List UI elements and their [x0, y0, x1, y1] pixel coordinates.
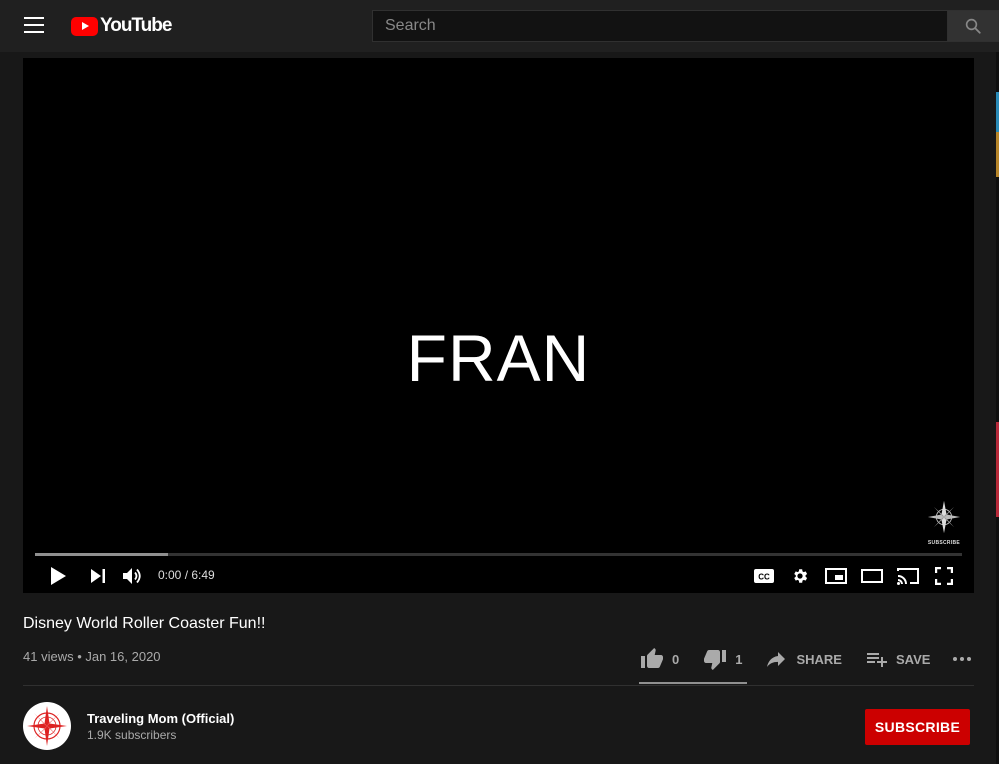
search-icon	[965, 18, 981, 34]
volume-icon	[123, 568, 141, 584]
next-button[interactable]	[87, 565, 109, 587]
like-button[interactable]: 0	[640, 647, 679, 671]
subscriber-count: 1.9K subscribers	[87, 728, 177, 742]
share-label: SHARE	[796, 651, 842, 667]
share-button[interactable]: SHARE	[764, 647, 842, 671]
compass-rose-icon	[27, 706, 67, 746]
save-button[interactable]: SAVE	[864, 647, 930, 671]
progress-buffered	[35, 553, 169, 556]
youtube-logo[interactable]: YouTube	[71, 15, 172, 37]
masthead: YouTube	[0, 0, 999, 52]
thumbs-down-icon	[704, 650, 727, 670]
dislike-count: 1	[735, 651, 743, 667]
mute-button[interactable]	[122, 565, 146, 587]
divider	[23, 685, 974, 686]
search-button[interactable]	[948, 10, 999, 42]
sentiment-bar	[639, 682, 747, 684]
video-player[interactable]: FRAN SUBSCRIBE 0:00 / 6:49 CC	[23, 58, 974, 593]
video-title: Disney World Roller Coaster Fun!!	[23, 615, 266, 632]
fullscreen-button[interactable]	[932, 565, 956, 587]
closed-captions-icon: CC	[754, 569, 774, 583]
theater-mode-button[interactable]	[860, 565, 884, 587]
play-icon	[51, 567, 66, 585]
subscribe-button[interactable]: SUBSCRIBE	[865, 709, 970, 745]
playlist-add-icon	[866, 653, 887, 667]
dislike-button[interactable]: 1	[703, 647, 742, 671]
miniplayer-icon	[825, 568, 847, 584]
search-input[interactable]	[372, 10, 948, 42]
cast-button[interactable]	[896, 565, 920, 587]
search-bar	[372, 10, 999, 42]
channel-avatar[interactable]	[23, 702, 71, 750]
video-actions: 0 1 SHARE SAVE	[640, 644, 974, 674]
captions-button[interactable]: CC	[752, 565, 776, 587]
channel-watermark[interactable]: SUBSCRIBE	[926, 500, 962, 546]
like-count: 0	[672, 651, 680, 667]
video-meta: 41 views • Jan 16, 2020	[23, 649, 161, 664]
theater-mode-icon	[861, 569, 883, 583]
play-button[interactable]	[47, 565, 69, 587]
progress-bar[interactable]	[35, 553, 962, 556]
cast-icon	[897, 568, 919, 585]
share-arrow-icon	[767, 652, 786, 667]
youtube-play-logo-icon	[71, 16, 98, 36]
video-frame-text: FRAN	[406, 321, 591, 395]
gear-icon	[794, 569, 808, 583]
menu-icon[interactable]	[24, 17, 46, 35]
time-display: 0:00 / 6:49	[158, 568, 215, 582]
save-label: SAVE	[895, 651, 931, 667]
player-controls: 0:00 / 6:49 CC	[23, 559, 974, 593]
svg-text:CC: CC	[758, 573, 770, 582]
more-horizontal-icon	[953, 657, 972, 661]
more-actions-button[interactable]	[950, 647, 974, 671]
miniplayer-button[interactable]	[824, 565, 848, 587]
settings-button[interactable]	[788, 565, 812, 587]
watermark-label: SUBSCRIBE	[927, 540, 961, 546]
compass-star-icon	[927, 500, 961, 534]
fullscreen-icon	[935, 567, 953, 585]
channel-name[interactable]: Traveling Mom (Official)	[87, 711, 234, 726]
skip-next-icon	[90, 569, 105, 583]
logo-text: YouTube	[100, 15, 172, 36]
thumbs-up-icon	[641, 648, 663, 668]
